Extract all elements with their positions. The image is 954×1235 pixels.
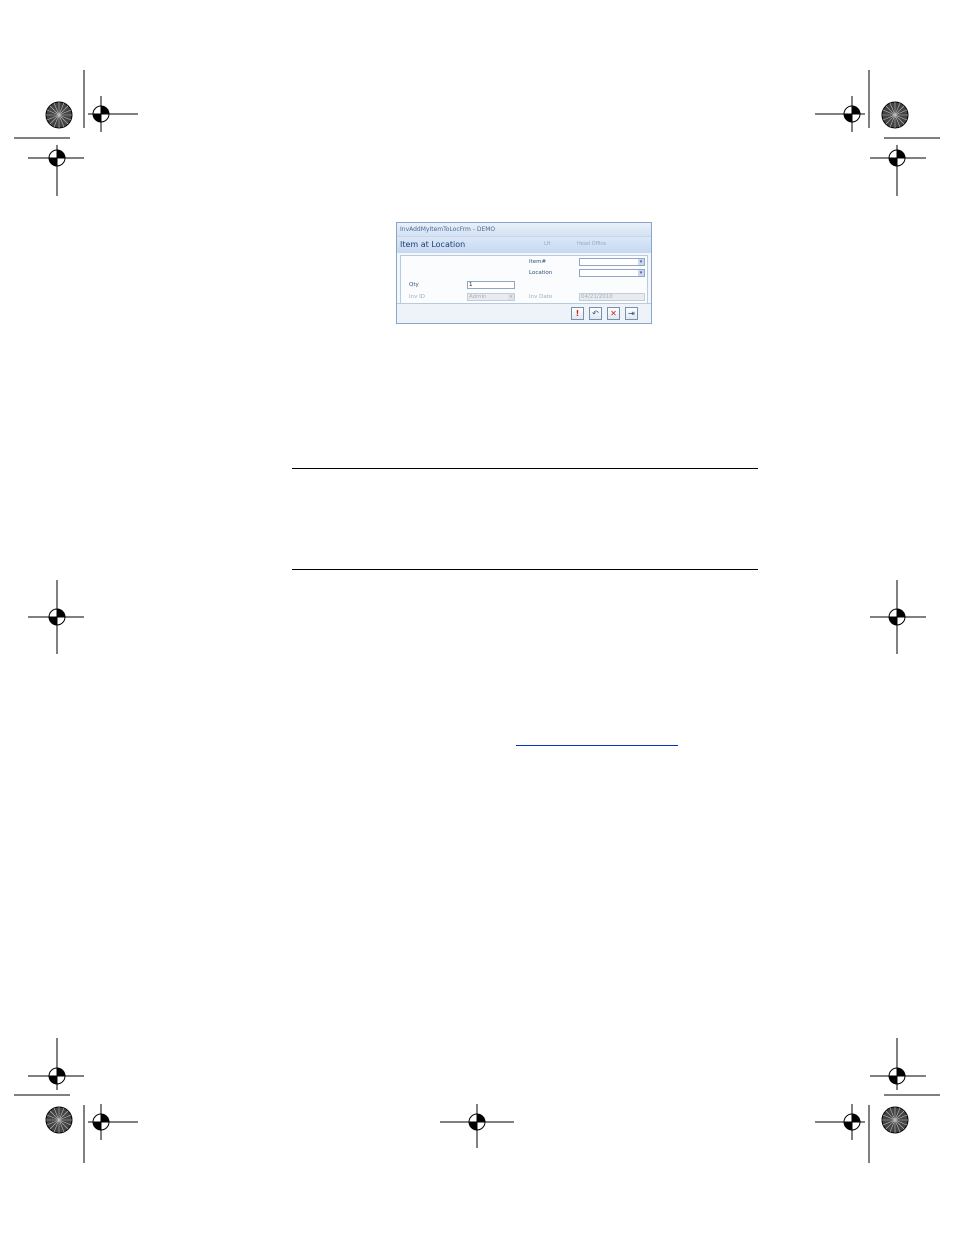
undo-button[interactable]: ↶: [589, 307, 602, 320]
save-button[interactable]: !: [571, 307, 584, 320]
location-dropdown[interactable]: ▾: [579, 269, 645, 277]
current-location: Head Office: [577, 241, 607, 247]
form-panel: Item# ▾ Location ▾ Qty 1 Inv ID Admin ▾ …: [400, 255, 648, 305]
chevron-down-icon: ▾: [508, 294, 514, 300]
invdate-label: Inv Date: [529, 294, 553, 300]
invdate-field: 04/21/2010: [579, 293, 645, 301]
item-dropdown[interactable]: ▾: [579, 258, 645, 266]
qty-input[interactable]: 1: [467, 281, 515, 289]
bottom-rule: [292, 569, 758, 570]
chevron-down-icon: ▾: [638, 270, 644, 276]
top-rule: [292, 468, 758, 469]
dialog-header: Item at Location LH Head Office: [397, 237, 651, 253]
color-target-icon: [45, 1106, 73, 1134]
qty-label: Qty: [409, 282, 419, 288]
invid-dropdown: Admin ▾: [467, 293, 515, 301]
item-label: Item#: [529, 259, 547, 265]
print-marks: [14, 70, 940, 1163]
color-target-icon: [881, 101, 909, 129]
color-target-icon: [881, 1106, 909, 1134]
current-user: LH: [544, 241, 551, 247]
window-title: InvAddMyItemToLocFrm - DEMO: [397, 223, 651, 237]
exit-button[interactable]: ⇥: [625, 307, 638, 320]
chevron-down-icon: ▾: [638, 259, 644, 265]
delete-button[interactable]: ✕: [607, 307, 620, 320]
dialog-toolbar: ! ↶ ✕ ⇥: [397, 303, 651, 323]
color-target-icon: [45, 101, 73, 129]
dialog-heading: Item at Location: [400, 240, 466, 249]
item-at-location-dialog: InvAddMyItemToLocFrm - DEMO Item at Loca…: [396, 222, 652, 324]
location-label: Location: [529, 270, 553, 276]
invid-label: Inv ID: [409, 294, 425, 300]
hyperlink-underline[interactable]: [516, 745, 678, 746]
